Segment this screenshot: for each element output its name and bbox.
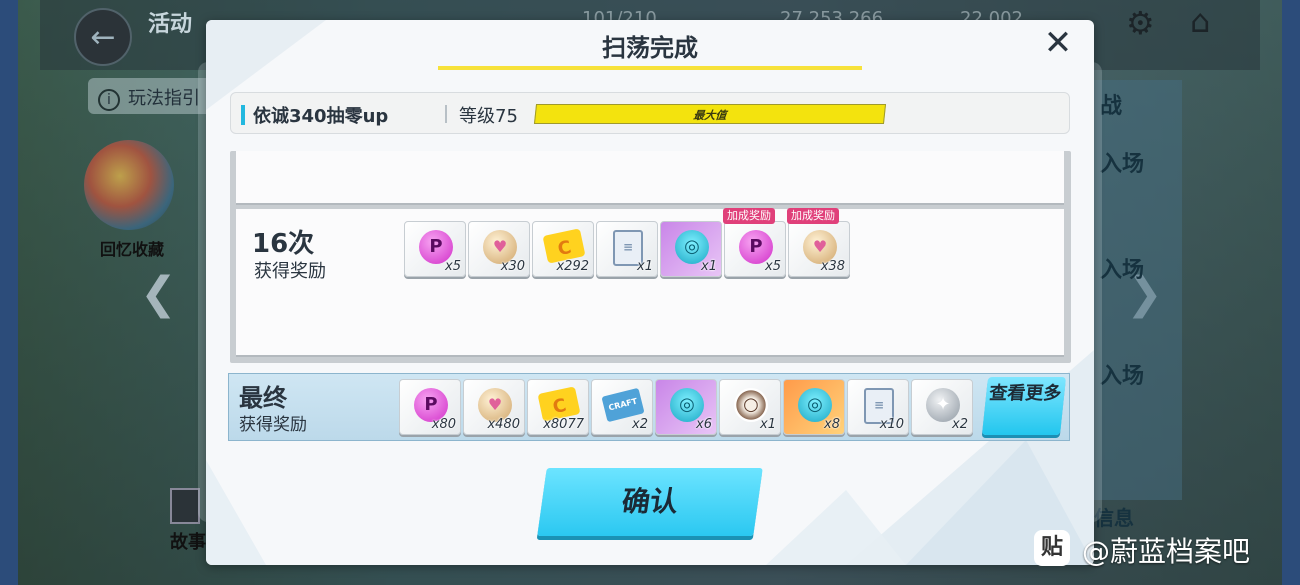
item-quantity: x30 [500, 259, 525, 274]
page-title: 活动 [148, 12, 193, 37]
item-quantity: x1 [701, 259, 717, 274]
recall-collection-icon[interactable] [84, 140, 174, 230]
enter-button-2[interactable]: 入场 [1100, 252, 1144, 284]
title-underline [438, 66, 862, 70]
reward-item[interactable]: Px5 [404, 221, 466, 277]
reward-item[interactable]: ♥ x30 [468, 221, 530, 277]
reward-row: 16次 获得奖励 Px5 ♥ x30 Cx292 ≡ x1 ◎ x1 加成奖励 Px5 加成奖励 ♥ x… [236, 208, 1064, 357]
screen-edge-left [0, 0, 18, 585]
reward-item[interactable]: CRAFT x2 [591, 379, 653, 435]
reward-item[interactable]: ◎ x1 [660, 221, 722, 277]
reward-item[interactable]: ≡ x10 [847, 379, 909, 435]
close-icon[interactable]: ✕ [1040, 26, 1076, 62]
back-button[interactable]: ← [74, 8, 132, 66]
reward-item[interactable]: ♥ x480 [463, 379, 525, 435]
back-arrow-icon: ← [90, 20, 116, 55]
reward-item[interactable]: Px80 [399, 379, 461, 435]
item-quantity: x2 [952, 417, 968, 432]
stage-info-bar: 依诚340抽零up 等级75 最大值 [230, 92, 1070, 134]
final-reward-row: 最终 获得奖励 Px80 ♥ x480 Cx8077 CRAFT x2 ◎ x6 ○ x1 ◎ x8 ≡… [228, 373, 1070, 441]
enter-button-1[interactable]: 入场 [1100, 146, 1144, 178]
screen-edge-right [1282, 0, 1300, 585]
item-quantity: x1 [637, 259, 653, 274]
dialog-header: 扫荡完成 ✕ [206, 20, 1094, 72]
item-quantity: x292 [556, 259, 589, 274]
stage-list-panel [1092, 80, 1182, 500]
dialog-title: 扫荡完成 [602, 34, 698, 62]
info-icon: i [98, 89, 120, 111]
reward-item[interactable]: ≡ x1 [596, 221, 658, 277]
side-top-label: 战 [1100, 94, 1123, 119]
final-sub-label: 获得奖励 [239, 415, 307, 435]
story-label: 故事 [170, 532, 206, 553]
reward-item[interactable]: 加成奖励 Px5 [723, 208, 786, 277]
item-quantity: x80 [431, 417, 456, 432]
sweep-complete-dialog: 扫荡完成 ✕ 依诚340抽零up 等级75 最大值 16次 获得奖励 Px5 ♥ x… [206, 20, 1094, 565]
item-quantity: x38 [820, 259, 845, 274]
reward-item[interactable]: Cx8077 [527, 379, 589, 435]
reward-item[interactable]: ◎ x6 [655, 379, 717, 435]
gear-icon[interactable]: ⚙ [1126, 4, 1155, 42]
level-bar-label: 最大值 [692, 109, 728, 122]
item-quantity: x6 [696, 417, 712, 432]
final-title: 最终 [239, 384, 287, 412]
bonus-reward-badge: 加成奖励 [723, 208, 775, 224]
reward-item[interactable]: Cx292 [532, 221, 594, 277]
info-accent [241, 105, 245, 125]
item-quantity: x480 [487, 417, 520, 432]
final-item-list: Px80 ♥ x480 Cx8077 CRAFT x2 ◎ x6 ○ x1 ◎ x8 ≡ x10 ✦ x2 [399, 379, 973, 435]
round-count: 16次 [252, 229, 315, 259]
level-progress-bar: 最大值 [533, 104, 887, 124]
bonus-reward-badge: 加成奖励 [787, 208, 839, 224]
home-icon[interactable]: ⌂ [1190, 2, 1210, 40]
chevron-left-icon[interactable]: ❮ [140, 268, 177, 319]
item-quantity: x5 [445, 259, 461, 274]
enter-button-3[interactable]: 入场 [1100, 358, 1144, 390]
item-quantity: x1 [760, 417, 776, 432]
level-label: 等级75 [459, 106, 518, 127]
story-icon[interactable] [170, 488, 200, 524]
watermark-text: @蔚蓝档案吧 [1082, 535, 1251, 568]
reward-item[interactable]: 加成奖励 ♥ x38 [787, 208, 850, 277]
item-quantity: x5 [765, 259, 781, 274]
info-separator [445, 105, 447, 123]
stage-name: 依诚340抽零up [253, 106, 389, 127]
item-quantity: x2 [632, 417, 648, 432]
reward-item[interactable]: ○ x1 [719, 379, 781, 435]
round-item-list: Px5 ♥ x30 Cx292 ≡ x1 ◎ x1 加成奖励 Px5 加成奖励 ♥ x38 [404, 208, 850, 277]
reward-item[interactable]: ◎ x8 [783, 379, 845, 435]
reward-scroll-list[interactable]: 16次 获得奖励 Px5 ♥ x30 Cx292 ≡ x1 ◎ x1 加成奖励 Px5 加成奖励 ♥ x… [230, 151, 1071, 363]
see-more-button[interactable]: 查看更多 [981, 377, 1067, 435]
confirm-button[interactable]: 确认 [537, 468, 763, 536]
reward-item[interactable]: ✦ x2 [911, 379, 973, 435]
item-quantity: x8 [824, 417, 840, 432]
reward-row-previous [236, 151, 1064, 205]
round-sub-label: 获得奖励 [254, 261, 326, 282]
recall-collection-label: 回忆收藏 [100, 240, 165, 259]
item-quantity: x8077 [543, 417, 584, 432]
item-quantity: x10 [879, 417, 904, 432]
guide-label: 玩法指引 [128, 88, 200, 109]
tieba-logo-icon: 贴 [1034, 530, 1070, 566]
